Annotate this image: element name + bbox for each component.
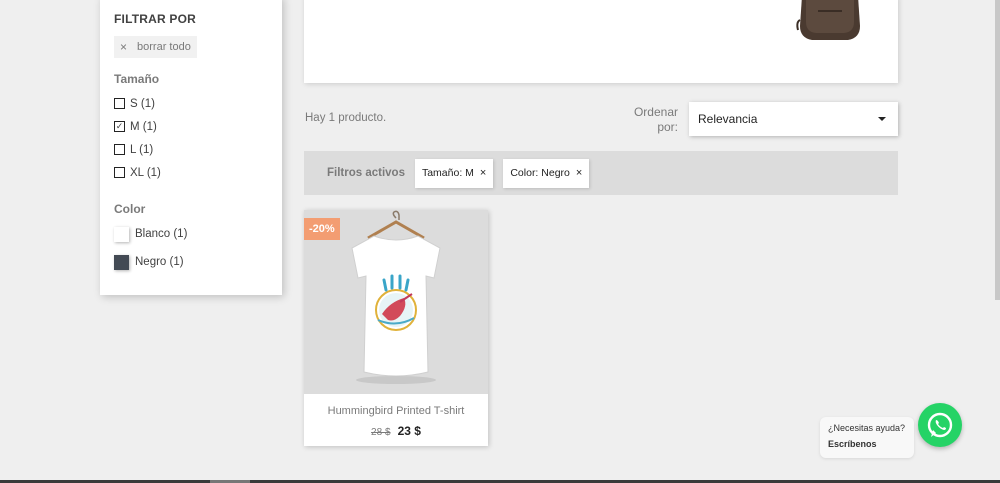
chip-label: Color: Negro <box>510 167 570 179</box>
caret-down-icon <box>878 117 886 121</box>
size-facet-title: Tamaño <box>114 72 160 86</box>
clear-all-label: borrar todo <box>137 41 191 53</box>
sort-value: Relevancia <box>698 112 758 126</box>
whatsapp-help-bubble[interactable]: ¿Necesitas ayuda? Escríbenos <box>820 417 914 458</box>
close-icon: × <box>120 40 128 54</box>
discount-badge: -20% <box>304 218 340 240</box>
product-count: Hay 1 producto. <box>305 112 387 124</box>
whatsapp-question: ¿Necesitas ayuda? <box>828 423 906 433</box>
product-image[interactable]: -20% <box>304 210 488 394</box>
color-option-label: Negro (1) <box>135 256 184 268</box>
size-option-l[interactable]: L (1) <box>114 138 268 161</box>
filter-sidebar: FILTRAR POR × borrar todo Tamaño S (1) ✓… <box>100 0 282 295</box>
color-option-blanco[interactable]: Blanco (1) <box>114 220 268 248</box>
close-icon[interactable]: × <box>480 167 486 179</box>
checkbox-checked-icon[interactable]: ✓ <box>114 121 125 132</box>
color-option-negro[interactable]: Negro (1) <box>114 248 268 276</box>
color-option-label: Blanco (1) <box>135 228 188 240</box>
regular-price: 28 $ <box>371 427 391 438</box>
sale-price: 23 $ <box>397 424 421 438</box>
color-facet-title: Color <box>114 202 146 216</box>
filter-title: FILTRAR POR <box>114 12 196 26</box>
whatsapp-button[interactable] <box>918 403 962 447</box>
whatsapp-cta: Escríbenos <box>828 439 877 449</box>
checkbox-icon[interactable] <box>114 167 125 178</box>
checkbox-icon[interactable] <box>114 144 125 155</box>
checkbox-icon[interactable] <box>114 98 125 109</box>
sort-dropdown[interactable]: Relevancia <box>689 102 898 136</box>
close-icon[interactable]: × <box>576 167 582 179</box>
size-option-label: S (1) <box>130 97 155 110</box>
active-filters-label: Filtros activos <box>327 167 405 179</box>
size-option-label: XL (1) <box>130 166 161 179</box>
filter-chip-size[interactable]: Tamaño: M × <box>414 158 494 188</box>
sort-label: Ordenar por: <box>633 105 678 134</box>
product-title[interactable]: Hummingbird Printed T-shirt <box>304 405 488 417</box>
black-swatch[interactable] <box>114 254 129 270</box>
size-option-xl[interactable]: XL (1) <box>114 161 268 184</box>
scrollbar[interactable] <box>995 0 1000 300</box>
product-card[interactable]: -20% Hummingbird Printed T-shirt 28 $ 23… <box>304 210 488 446</box>
white-swatch[interactable] <box>114 226 129 242</box>
backpack-image <box>796 0 860 40</box>
clear-all-filters-button[interactable]: × borrar todo <box>114 36 197 58</box>
category-banner <box>304 0 898 83</box>
whatsapp-icon <box>927 412 953 438</box>
size-option-s[interactable]: S (1) <box>114 92 268 115</box>
chip-label: Tamaño: M <box>421 167 474 179</box>
filter-chip-color[interactable]: Color: Negro × <box>503 158 590 188</box>
active-filters-bar: Filtros activos Tamaño: M × Color: Negro… <box>304 151 898 195</box>
size-option-m[interactable]: ✓ M (1) <box>114 115 268 138</box>
product-price: 28 $ 23 $ <box>304 424 488 438</box>
size-option-label: L (1) <box>130 143 154 156</box>
size-option-label: M (1) <box>130 120 157 133</box>
